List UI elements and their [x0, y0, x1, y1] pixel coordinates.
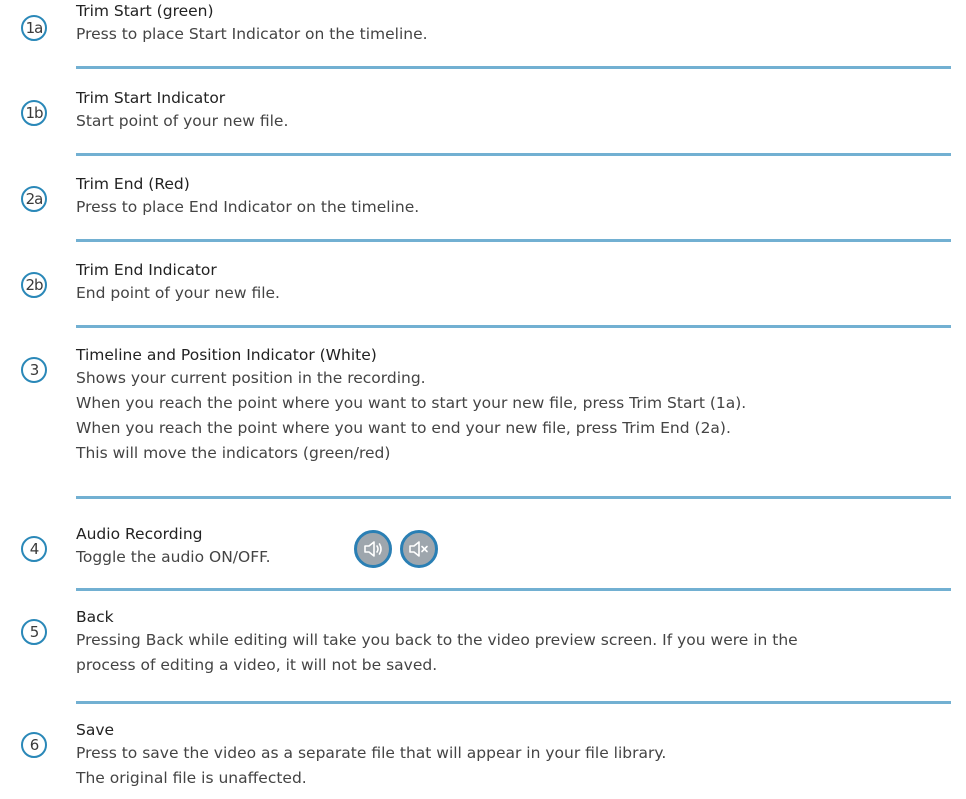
badge-5: 5: [21, 619, 47, 645]
item-desc-line: The original file is unaffected.: [76, 769, 307, 787]
divider: [76, 239, 951, 242]
item-desc-line: When you reach the point where you want …: [76, 394, 747, 412]
item-desc-line: Press to place End Indicator on the time…: [76, 198, 420, 216]
divider: [76, 325, 951, 328]
item-title: Trim End Indicator: [76, 261, 217, 279]
item-desc-line: Toggle the audio ON/OFF.: [76, 548, 271, 566]
item-title: Audio Recording: [76, 525, 203, 543]
audio-toggle-icons: [354, 530, 438, 568]
speaker-on-icon: [354, 530, 392, 568]
badge-6: 6: [21, 732, 47, 758]
badge-4: 4: [21, 536, 47, 562]
badge-1b: 1b: [21, 100, 47, 126]
divider: [76, 66, 951, 69]
divider: [76, 153, 951, 156]
item-title: Trim Start Indicator: [76, 89, 226, 107]
item-desc-line: Start point of your new file.: [76, 112, 289, 130]
divider: [76, 496, 951, 499]
divider: [76, 588, 951, 591]
item-desc-line: process of editing a video, it will not …: [76, 656, 438, 674]
badge-2b: 2b: [21, 272, 47, 298]
item-desc-line: When you reach the point where you want …: [76, 419, 731, 437]
item-desc-line: End point of your new file.: [76, 284, 280, 302]
speaker-muted-icon: [400, 530, 438, 568]
item-title: Back: [76, 608, 114, 626]
item-desc-line: Press to place Start Indicator on the ti…: [76, 25, 428, 43]
item-title: Save: [76, 721, 115, 739]
badge-1a: 1a: [21, 15, 47, 41]
item-desc-line: This will move the indicators (green/red…: [76, 444, 391, 462]
item-desc-line: Pressing Back while editing will take yo…: [76, 631, 798, 649]
item-title: Timeline and Position Indicator (White): [76, 346, 377, 364]
item-title: Trim End (Red): [76, 175, 190, 193]
item-desc-line: Shows your current position in the recor…: [76, 369, 426, 387]
divider: [76, 701, 951, 704]
item-title: Trim Start (green): [76, 2, 214, 20]
badge-3: 3: [21, 357, 47, 383]
item-desc-line: Press to save the video as a separate fi…: [76, 744, 667, 762]
badge-2a: 2a: [21, 186, 47, 212]
